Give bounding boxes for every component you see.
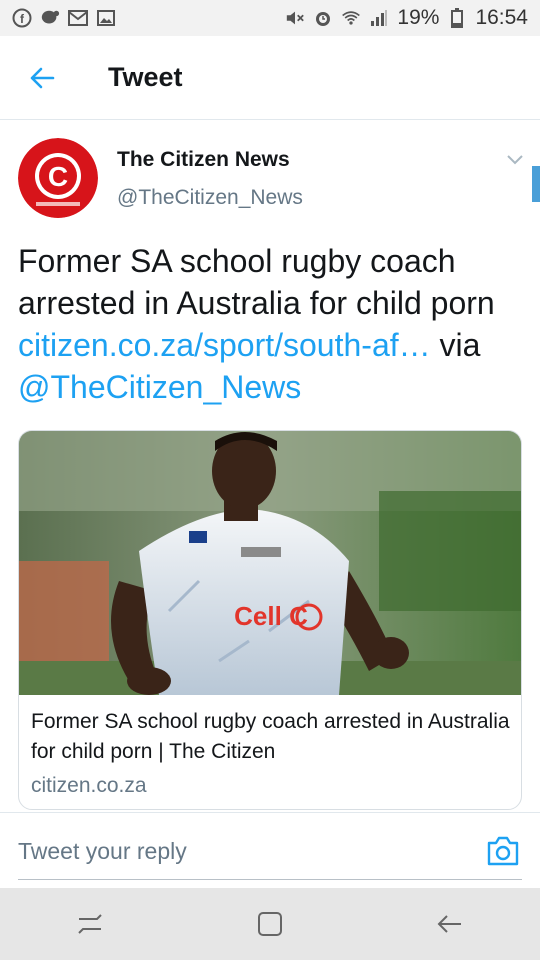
chevron-down-icon[interactable]	[502, 150, 528, 170]
author-row: C The Citizen News @TheCitizen_News	[0, 120, 540, 228]
gallery-icon	[96, 9, 116, 27]
tweet-link[interactable]: citizen.co.za/sport/south-af…	[18, 327, 431, 363]
recents-icon	[78, 914, 102, 934]
battery-icon	[447, 8, 467, 28]
facebook-icon: f	[12, 8, 32, 28]
camera-icon[interactable]	[486, 835, 520, 867]
avatar[interactable]: C	[18, 138, 98, 218]
arrow-left-icon	[30, 67, 55, 88]
mute-icon	[285, 9, 305, 27]
page-title: Tweet	[108, 62, 183, 92]
messenger-icon	[40, 9, 60, 27]
home-button[interactable]	[240, 894, 300, 954]
author-handle[interactable]: @TheCitizen_News	[117, 186, 303, 210]
back-button[interactable]	[0, 36, 84, 120]
status-bar: f 19% 16:54	[0, 0, 540, 36]
reply-bar	[0, 812, 540, 889]
avatar-letter: C	[48, 161, 68, 192]
tweet: C The Citizen News @TheCitizen_News Form…	[0, 120, 540, 810]
back-icon	[437, 915, 461, 933]
svg-text:f: f	[20, 12, 25, 26]
link-card[interactable]: Cell C Former SA school rugby coach arre…	[18, 430, 522, 810]
home-icon	[258, 912, 282, 936]
tweet-text: Former SA school rugby coach arrested in…	[18, 240, 528, 408]
tweet-mention[interactable]: @TheCitizen_News	[18, 369, 301, 405]
signal-icon	[369, 9, 389, 27]
tweet-body: Former SA school rugby coach arrested in…	[18, 243, 495, 321]
rugby-player-photo: Cell C	[19, 431, 521, 695]
back-nav-button[interactable]	[420, 894, 480, 954]
scroll-indicator	[532, 166, 540, 202]
status-right: 19% 16:54	[285, 6, 528, 30]
card-text: Former SA school rugby coach arrested in…	[31, 707, 511, 801]
card-title: Former SA school rugby coach arrested in…	[31, 710, 510, 763]
card-image: Cell C	[19, 431, 521, 695]
author-name[interactable]: The Citizen News	[117, 148, 290, 172]
alarm-icon	[313, 9, 333, 27]
clock: 16:54	[475, 6, 528, 29]
reply-input[interactable]	[18, 835, 458, 867]
tweet-via: via	[430, 327, 481, 363]
gmail-icon	[68, 9, 88, 27]
reply-underline	[18, 879, 522, 880]
card-domain: citizen.co.za	[31, 774, 147, 797]
system-nav-bar	[0, 888, 540, 960]
app-header: Tweet	[0, 36, 540, 120]
recents-button[interactable]	[60, 894, 120, 954]
battery-level: 19%	[397, 6, 440, 29]
status-left: f	[12, 8, 116, 28]
wifi-icon	[341, 9, 361, 27]
